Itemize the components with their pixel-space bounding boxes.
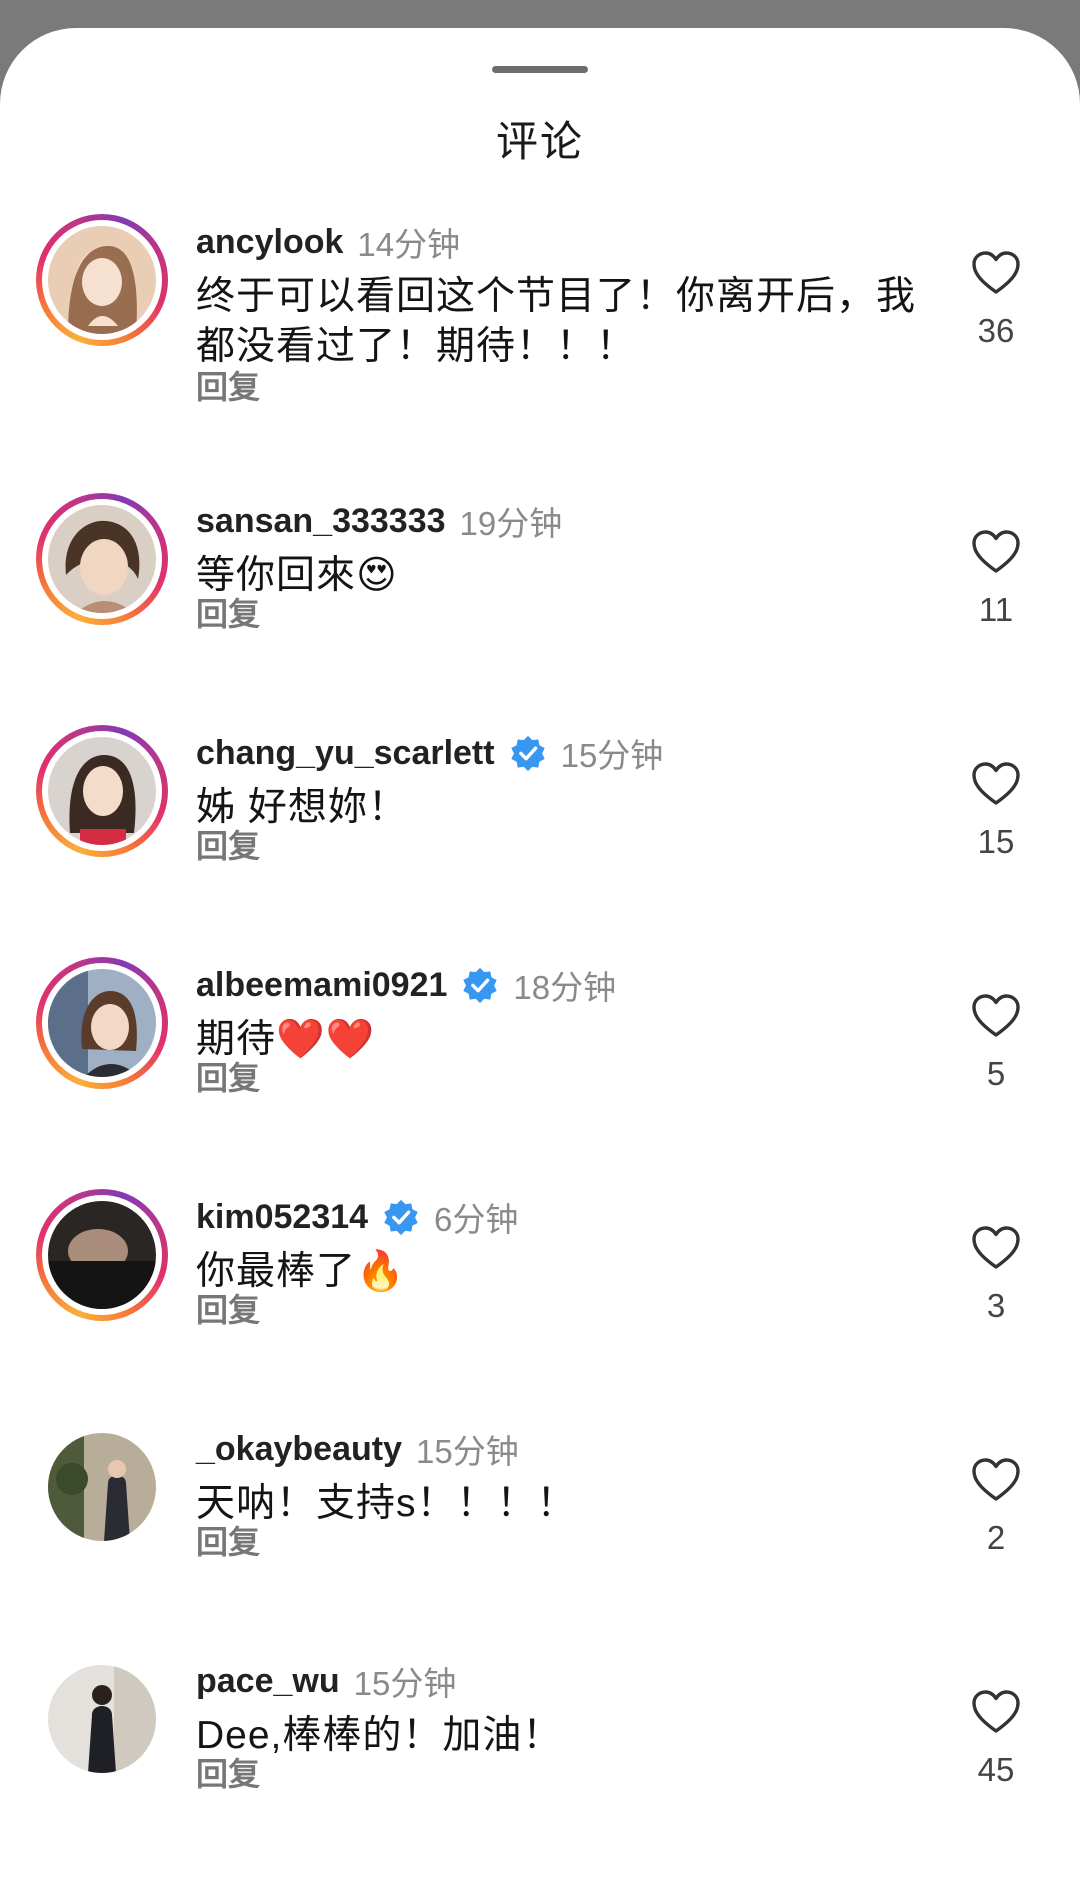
story-ring[interactable] — [36, 725, 168, 857]
story-ring[interactable] — [36, 1189, 168, 1321]
reply-button[interactable]: 回复 — [196, 1053, 260, 1099]
timestamp: 15分钟 — [560, 737, 664, 774]
like-control: 11 — [960, 529, 1032, 629]
timestamp: 15分钟 — [353, 1665, 457, 1702]
heart-outline-icon[interactable] — [971, 761, 1021, 807]
avatar — [48, 1665, 156, 1773]
username[interactable]: chang_yu_scarlett — [196, 734, 495, 773]
like-count: 11 — [978, 591, 1014, 628]
comment-item: chang_yu_scarlett 15分钟 姊 好想妳！ 回复 15 — [0, 725, 1080, 957]
heart-outline-icon[interactable] — [971, 250, 1021, 296]
reply-button[interactable]: 回复 — [196, 589, 260, 635]
comment-item: kim052314 6分钟 你最棒了🔥 回复 3 — [0, 1189, 1080, 1421]
comment-item: sansan_333333 19分钟 等你回來😍 回复 11 — [0, 493, 1080, 725]
verified-badge-icon — [384, 1199, 418, 1236]
story-ring[interactable] — [36, 957, 168, 1089]
like-control: 15 — [960, 761, 1032, 861]
avatar — [48, 1201, 156, 1309]
reply-button[interactable]: 回复 — [196, 1749, 260, 1795]
timestamp: 14分钟 — [357, 226, 461, 263]
like-count: 3 — [986, 1287, 1006, 1324]
username[interactable]: ancylook — [196, 223, 343, 262]
comment-item: _okaybeauty 15分钟 天呐！支持s！！！！ 回复 2 — [0, 1421, 1080, 1653]
like-control: 36 — [960, 250, 1032, 350]
drag-handle[interactable] — [492, 66, 588, 73]
sheet-title: 评论 — [495, 118, 584, 165]
heart-outline-icon[interactable] — [971, 529, 1021, 575]
avatar-frame[interactable] — [36, 1653, 168, 1785]
story-ring[interactable] — [36, 214, 168, 346]
avatar — [48, 505, 156, 613]
verified-badge-icon — [463, 967, 498, 1004]
heart-outline-icon[interactable] — [971, 1225, 1021, 1271]
comment-text: 姊 好想妳！ — [196, 786, 408, 829]
like-control: 3 — [960, 1225, 1032, 1325]
timestamp: 15分钟 — [416, 1433, 519, 1470]
comment-text: 你最棒了🔥 — [196, 1250, 406, 1293]
comment-text: Dee,棒棒的！加油！ — [196, 1714, 563, 1757]
avatar-frame[interactable] — [36, 1421, 168, 1553]
comments-sheet: 评论 ancylook 14分钟 终于可以看回这个节目了！你离开后，我都没看过了… — [0, 28, 1080, 1880]
like-count: 2 — [986, 1519, 1006, 1556]
timestamp: 19分钟 — [459, 505, 563, 542]
story-ring[interactable] — [36, 493, 168, 625]
verified-badge-icon — [510, 735, 545, 772]
like-control: 2 — [960, 1457, 1032, 1557]
like-control: 5 — [960, 993, 1032, 1093]
comment-text: 终于可以看回这个节目了！你离开后，我都没看过了！期待！！！ — [196, 275, 917, 368]
timestamp: 18分钟 — [513, 969, 617, 1006]
username[interactable]: pace_wu — [196, 1662, 340, 1701]
reply-button[interactable]: 回复 — [196, 821, 260, 867]
heart-outline-icon[interactable] — [971, 993, 1021, 1039]
username[interactable]: kim052314 — [196, 1198, 368, 1237]
like-count: 36 — [977, 312, 1015, 349]
timestamp: 6分钟 — [434, 1201, 519, 1238]
like-count: 5 — [986, 1055, 1006, 1092]
like-count: 15 — [977, 823, 1015, 860]
username[interactable]: albeemami0921 — [196, 966, 447, 1005]
avatar — [48, 1433, 156, 1541]
avatar — [48, 226, 156, 334]
reply-button[interactable]: 回复 — [196, 1517, 260, 1563]
reply-button[interactable]: 回复 — [196, 1285, 260, 1331]
comment-text: 等你回來😍 — [196, 554, 398, 597]
heart-outline-icon[interactable] — [971, 1689, 1021, 1735]
heart-outline-icon[interactable] — [971, 1457, 1021, 1503]
comment-item: albeemami0921 18分钟 期待❤️❤️ 回复 5 — [0, 957, 1080, 1189]
avatar — [48, 969, 156, 1077]
avatar — [48, 737, 156, 845]
reply-button[interactable]: 回复 — [196, 362, 260, 408]
comment-text: 期待❤️❤️ — [196, 1018, 376, 1061]
username[interactable]: _okaybeauty — [196, 1430, 402, 1469]
username[interactable]: sansan_333333 — [196, 502, 446, 541]
comment-item: pace_wu 15分钟 Dee,棒棒的！加油！ 回复 45 — [0, 1653, 1080, 1880]
like-count: 45 — [977, 1751, 1015, 1788]
comment-text: 天呐！支持s！！！！ — [196, 1482, 577, 1525]
like-control: 45 — [960, 1689, 1032, 1789]
comment-item: ancylook 14分钟 终于可以看回这个节目了！你离开后，我都没看过了！期待… — [0, 214, 1080, 446]
